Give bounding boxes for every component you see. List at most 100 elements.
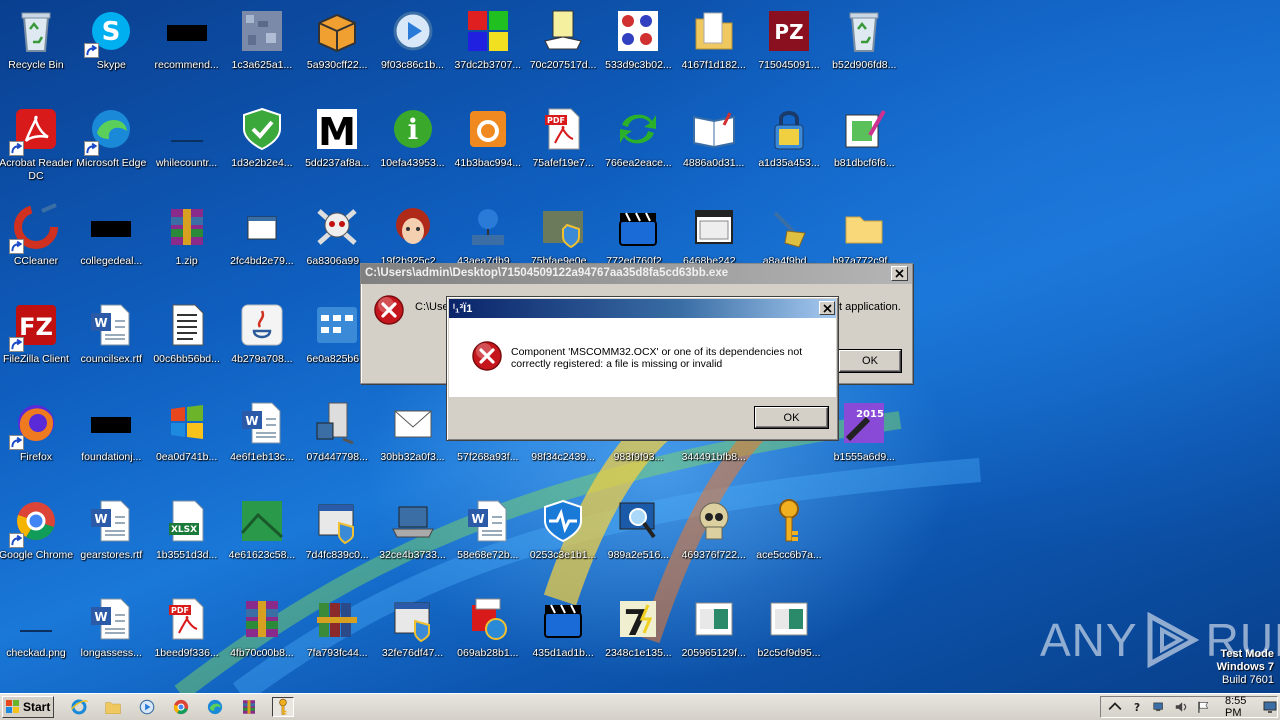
taskbar-chrome-button[interactable] bbox=[170, 697, 192, 717]
desktop-icon[interactable]: 9f03c86c1b... bbox=[375, 0, 451, 90]
error-window-back-title[interactable]: C:\Users\admin\Desktop\71504509122a94767… bbox=[361, 264, 912, 284]
desktop-icon[interactable]: Acrobat Reader DC bbox=[0, 98, 74, 188]
desktop-icon[interactable]: 30bb32a0f3... bbox=[375, 392, 451, 482]
desktop-icon[interactable]: PDF 1beed9f336... bbox=[149, 588, 225, 678]
ok-button[interactable]: OK bbox=[754, 406, 829, 429]
flag-icon[interactable] bbox=[1195, 699, 1211, 715]
envelope-icon bbox=[388, 398, 438, 448]
desktop-icon[interactable]: 435d1ad1b... bbox=[525, 588, 601, 678]
desktop-icon[interactable]: 41b3bac994... bbox=[450, 98, 526, 188]
desktop-icon-label: 4e6f1eb13c... bbox=[230, 451, 294, 463]
error-window-front-title[interactable]: ⁱ₁³Ï1 bbox=[449, 299, 836, 318]
desktop-icon[interactable]: Microsoft Edge bbox=[73, 98, 149, 188]
desktop-icon[interactable]: 7d4fc839c0... bbox=[299, 490, 375, 580]
desktop-icon[interactable]: 0253c3e1b1... bbox=[525, 490, 601, 580]
desktop-icon-label: 1c3a625a1... bbox=[231, 59, 293, 71]
desktop-icon[interactable]: collegedeal... bbox=[73, 196, 149, 286]
desktop-icon[interactable]: Firefox bbox=[0, 392, 74, 482]
question-icon[interactable]: ? bbox=[1129, 699, 1145, 715]
desktop-icon[interactable]: i 10efa43953... bbox=[375, 98, 451, 188]
svg-text:W: W bbox=[95, 512, 108, 526]
desktop-icon-label: foundationj... bbox=[81, 451, 142, 463]
desktop-icon[interactable]: W 4e6f1eb13c... bbox=[224, 392, 300, 482]
desktop-icon[interactable]: 4167f1d182... bbox=[676, 0, 752, 90]
error-window-front[interactable]: ⁱ₁³Ï1 Component 'MSCOMM32.OCX' or one of… bbox=[446, 296, 839, 441]
clock[interactable]: 8:55 PM bbox=[1225, 695, 1249, 719]
chevron-up-icon[interactable] bbox=[1107, 699, 1123, 715]
desktop-icon-label: 00c6bb56bd... bbox=[153, 353, 220, 365]
desktop-icon[interactable]: 2fc4bd2e79... bbox=[224, 196, 300, 286]
desktop-icon-label: 10efa43953... bbox=[380, 157, 445, 169]
desktop-icon[interactable]: a1d35a453... bbox=[751, 98, 827, 188]
taskbar-winrar-button[interactable] bbox=[238, 697, 260, 717]
desktop-icon[interactable]: foundationj... bbox=[73, 392, 149, 482]
desktop-icon[interactable]: 4e61623c58... bbox=[224, 490, 300, 580]
desktop-icon[interactable]: M 5dd237af8a... bbox=[299, 98, 375, 188]
desktop-icon[interactable]: FZ FileZilla Client bbox=[0, 294, 74, 384]
desktop-icon[interactable]: 5a930cff22... bbox=[299, 0, 375, 90]
xlsx-icon: XLSX bbox=[162, 496, 212, 546]
desktop-icon-label: 4167f1d182... bbox=[681, 59, 746, 71]
desktop-icon-label: b52d906fd8... bbox=[832, 59, 897, 71]
desktop-icon[interactable]: 4fb70c00b8... bbox=[224, 588, 300, 678]
desktop-icon[interactable]: PDF 75afef19e7... bbox=[525, 98, 601, 188]
green-image-icon bbox=[237, 496, 287, 546]
desktop-icon[interactable]: 1c3a625a1... bbox=[224, 0, 300, 90]
error-icon bbox=[374, 295, 404, 325]
taskbar-ie-button[interactable] bbox=[68, 697, 90, 717]
desktop-icon[interactable]: Wlongassess... bbox=[73, 588, 149, 678]
desktop-icon[interactable]: 069ab28b1... bbox=[450, 588, 526, 678]
desktop-icon[interactable]: CCleaner bbox=[0, 196, 74, 286]
desktop-icon[interactable]: Google Chrome bbox=[0, 490, 74, 580]
desktop-icon[interactable]: 32ce4b3733... bbox=[375, 490, 451, 580]
desktop-icon[interactable]: 7 2348c1e135... bbox=[600, 588, 676, 678]
desktop-icon[interactable]: Recycle Bin bbox=[0, 0, 74, 90]
desktop-icon[interactable]: 7fa793fc44... bbox=[299, 588, 375, 678]
show-desktop-icon[interactable] bbox=[1263, 699, 1277, 715]
desktop-icon[interactable]: 766ea2eace... bbox=[600, 98, 676, 188]
desktop-icon[interactable]: 4886a0d31... bbox=[676, 98, 752, 188]
desktop-icon[interactable]: 1.zip bbox=[149, 196, 225, 286]
svg-text:FZ: FZ bbox=[19, 313, 53, 341]
close-button[interactable] bbox=[819, 301, 835, 315]
desktop-icon[interactable]: XLSX 1b3551d3d... bbox=[149, 490, 225, 580]
desktop-icon[interactable]: b81dbcf6f6... bbox=[826, 98, 902, 188]
desktop-icon[interactable]: 989a2e516... bbox=[600, 490, 676, 580]
desktop-icon[interactable]: 4b279a708... bbox=[224, 294, 300, 384]
taskbar-edge-button[interactable] bbox=[204, 697, 226, 717]
taskbar-key-button[interactable] bbox=[272, 697, 294, 717]
desktop-icon[interactable]: checkad.png bbox=[0, 588, 74, 678]
close-button[interactable] bbox=[891, 266, 908, 281]
skull-icon bbox=[689, 496, 739, 546]
ok-button[interactable]: OK bbox=[838, 349, 902, 373]
desktop-icon-label: 58e68e72b... bbox=[457, 549, 519, 561]
desktop-icon[interactable]: ace5cc6b7a... bbox=[751, 490, 827, 580]
start-button[interactable]: Start bbox=[2, 696, 54, 718]
desktop-icon[interactable]: 0ea0d741b... bbox=[149, 392, 225, 482]
desktop-icon[interactable]: whilecountr... bbox=[149, 98, 225, 188]
network-icon[interactable] bbox=[1151, 699, 1167, 715]
taskbar-media-player-button[interactable] bbox=[136, 697, 158, 717]
desktop-icon[interactable]: 533d9c3b02... bbox=[600, 0, 676, 90]
desktop-icon[interactable]: recommend... bbox=[149, 0, 225, 90]
desktop-icon[interactable]: b52d906fd8... bbox=[826, 0, 902, 90]
shortcut-arrow-icon bbox=[84, 43, 100, 58]
desktop-icon[interactable]: 205965129f... bbox=[676, 588, 752, 678]
calculator-window-icon bbox=[312, 300, 362, 350]
desktop-icon[interactable]: Wgearstores.rtf bbox=[73, 490, 149, 580]
edge-icon bbox=[207, 699, 223, 715]
desktop-icon[interactable]: 00c6bb56bd... bbox=[149, 294, 225, 384]
volume-icon[interactable] bbox=[1173, 699, 1189, 715]
desktop-icon[interactable]: 32fe76df47... bbox=[375, 588, 451, 678]
desktop-icon[interactable]: W 58e68e72b... bbox=[450, 490, 526, 580]
desktop-icon[interactable]: PZ 715045091... bbox=[751, 0, 827, 90]
desktop-icon[interactable]: 469376f722... bbox=[676, 490, 752, 580]
taskbar-explorer-button[interactable] bbox=[102, 697, 124, 717]
desktop-icon[interactable]: Wcouncilsex.rtf bbox=[73, 294, 149, 384]
desktop-icon[interactable]: 1d3e2b2e4... bbox=[224, 98, 300, 188]
desktop-icon[interactable]: S Skype bbox=[73, 0, 149, 90]
desktop-icon[interactable]: 07d447798... bbox=[299, 392, 375, 482]
desktop-icon[interactable]: 37dc2b3707... bbox=[450, 0, 526, 90]
desktop-icon[interactable]: b2c5cf9d95... bbox=[751, 588, 827, 678]
desktop-icon[interactable]: 70c207517d... bbox=[525, 0, 601, 90]
